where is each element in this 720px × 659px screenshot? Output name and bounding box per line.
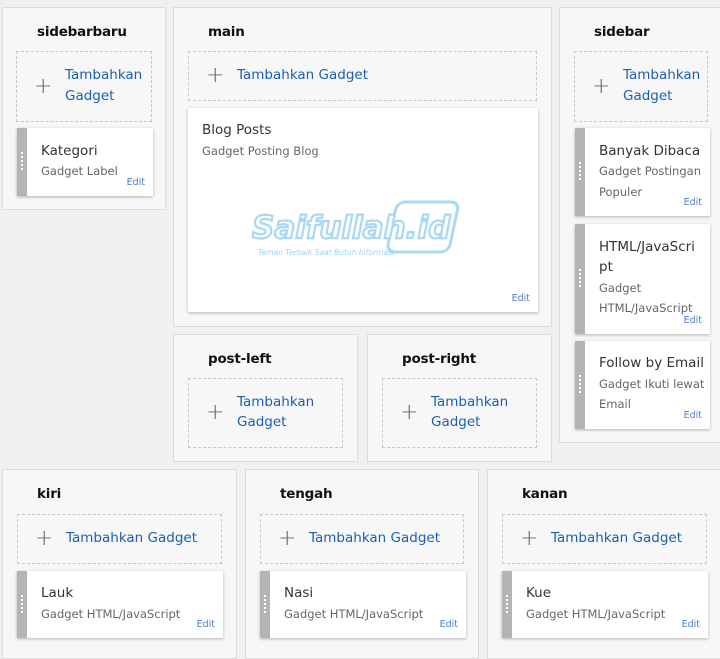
add-gadget-button[interactable]: + Tambahkan Gadget	[502, 514, 707, 564]
gadget-subtitle: Gadget HTML/JavaScript	[284, 607, 424, 621]
edit-link[interactable]: Edit	[684, 410, 702, 421]
drag-handle[interactable]	[260, 571, 270, 638]
gadget-nasi[interactable]: Nasi Gadget HTML/JavaScript Edit	[260, 571, 466, 638]
gadget-subtitle: Populer	[599, 185, 643, 199]
plus-icon: +	[400, 400, 419, 425]
add-gadget-label: Tambahkan Gadget	[237, 67, 369, 83]
plus-icon: +	[206, 63, 225, 88]
gadget-title: HTML/JavaScri	[599, 239, 695, 255]
section-tengah: tengah + Tambahkan Gadget Nasi Gadget HT…	[245, 469, 479, 659]
section-title: kiri	[37, 486, 62, 502]
gadget-title: Nasi	[284, 585, 314, 601]
gadget-title: Lauk	[41, 585, 74, 601]
add-gadget-button[interactable]: + Tambahkan Gadget	[188, 378, 343, 448]
drag-handle[interactable]	[17, 571, 27, 638]
gadget-lauk[interactable]: Lauk Gadget HTML/JavaScript Edit	[17, 571, 223, 638]
section-title: main	[208, 24, 245, 40]
gadget-subtitle: Gadget Label	[41, 164, 118, 178]
drag-handle[interactable]	[575, 128, 585, 216]
plus-icon: +	[520, 526, 539, 551]
drag-handle[interactable]	[502, 571, 512, 638]
add-gadget-label: Tambahkan	[431, 394, 509, 410]
add-gadget-label: Tambahkan	[237, 394, 315, 410]
add-gadget-label: Gadget	[65, 88, 115, 104]
add-gadget-button[interactable]: + Tambahkan Gadget	[16, 51, 152, 122]
add-gadget-label: Tambahkan	[65, 67, 143, 83]
section-title: post-left	[208, 351, 272, 367]
edit-link[interactable]: Edit	[512, 293, 530, 304]
gadget-title: Banyak Dibaca	[599, 143, 701, 159]
add-gadget-button[interactable]: + Tambahkan Gadget	[382, 378, 537, 448]
add-gadget-label: Gadget	[623, 88, 673, 104]
gadget-title: Follow by Email	[599, 355, 704, 371]
gadget-subtitle: Email	[599, 397, 631, 411]
add-gadget-label: Tambahkan	[623, 67, 701, 83]
add-gadget-button[interactable]: + Tambahkan Gadget	[574, 51, 708, 122]
plus-icon: +	[206, 400, 225, 425]
watermark-tagline: Teman Terbaik Saat Butuh Informasi	[258, 248, 395, 257]
section-title: sidebarbaru	[37, 24, 127, 40]
add-gadget-button[interactable]: + Tambahkan Gadget	[188, 51, 537, 101]
gadget-html-javascript[interactable]: HTML/JavaScri pt Gadget HTML/JavaScript …	[575, 224, 710, 334]
add-gadget-label: Gadget	[237, 414, 287, 430]
add-gadget-label: Tambahkan Gadget	[309, 530, 441, 546]
plus-icon: +	[278, 526, 297, 551]
gadget-subtitle: Gadget	[599, 281, 642, 295]
gadget-subtitle: Gadget Posting Blog	[202, 144, 319, 158]
edit-link[interactable]: Edit	[682, 619, 700, 630]
section-kiri: kiri + Tambahkan Gadget Lauk Gadget HTML…	[2, 469, 237, 659]
add-gadget-label: Tambahkan Gadget	[551, 530, 683, 546]
gadget-kategori[interactable]: Kategori Gadget Label Edit	[17, 128, 153, 196]
gadget-subtitle: Gadget HTML/JavaScript	[526, 607, 666, 621]
edit-link[interactable]: Edit	[197, 619, 215, 630]
plus-icon: +	[35, 526, 54, 551]
plus-icon: +	[34, 73, 53, 99]
gadget-subtitle: Gadget Postingan	[599, 164, 701, 178]
gadget-title: Kategori	[41, 143, 98, 159]
edit-link[interactable]: Edit	[127, 177, 145, 188]
gadget-subtitle: Gadget HTML/JavaScript	[41, 607, 181, 621]
add-gadget-button[interactable]: + Tambahkan Gadget	[17, 514, 222, 564]
gadget-kue[interactable]: Kue Gadget HTML/JavaScript Edit	[502, 571, 708, 638]
section-sidebarbaru: sidebarbaru + Tambahkan Gadget Kategori …	[2, 7, 166, 210]
drag-handle[interactable]	[17, 128, 27, 196]
gadget-title: Blog Posts	[202, 122, 272, 138]
section-title: sidebar	[594, 24, 650, 40]
section-kanan: kanan + Tambahkan Gadget Kue Gadget HTML…	[487, 469, 720, 659]
section-title: tengah	[280, 486, 333, 502]
section-main: main + Tambahkan Gadget Blog Posts Gadge…	[173, 7, 552, 327]
gadget-title: Kue	[526, 585, 552, 601]
drag-handle[interactable]	[575, 341, 585, 429]
section-post-right: post-right + Tambahkan Gadget	[367, 334, 552, 462]
gadget-subtitle: HTML/JavaScript	[599, 301, 693, 315]
section-title: kanan	[522, 486, 568, 502]
section-post-left: post-left + Tambahkan Gadget	[173, 334, 358, 462]
gadget-subtitle: Gadget Ikuti lewat	[599, 377, 705, 391]
gadget-follow-by-email[interactable]: Follow by Email Gadget Ikuti lewat Email…	[575, 341, 710, 429]
edit-link[interactable]: Edit	[684, 315, 702, 326]
gadget-banyak-dibaca[interactable]: Banyak Dibaca Gadget Postingan Populer E…	[575, 128, 710, 216]
watermark-brand: Saifullah.id	[252, 210, 451, 246]
section-sidebar: sidebar + Tambahkan Gadget Banyak Dibaca…	[559, 7, 720, 443]
gadget-title: pt	[599, 259, 613, 275]
edit-link[interactable]: Edit	[440, 619, 458, 630]
plus-icon: +	[592, 73, 611, 99]
gadget-blog-posts[interactable]: Blog Posts Gadget Posting Blog Saifullah…	[188, 108, 538, 312]
watermark-logo: Saifullah.id Teman Terbaik Saat Butuh In…	[251, 200, 460, 257]
drag-handle[interactable]	[575, 224, 585, 334]
section-title: post-right	[402, 351, 477, 367]
add-gadget-label: Tambahkan Gadget	[66, 530, 198, 546]
add-gadget-label: Gadget	[431, 414, 481, 430]
edit-link[interactable]: Edit	[684, 197, 702, 208]
add-gadget-button[interactable]: + Tambahkan Gadget	[260, 514, 464, 564]
